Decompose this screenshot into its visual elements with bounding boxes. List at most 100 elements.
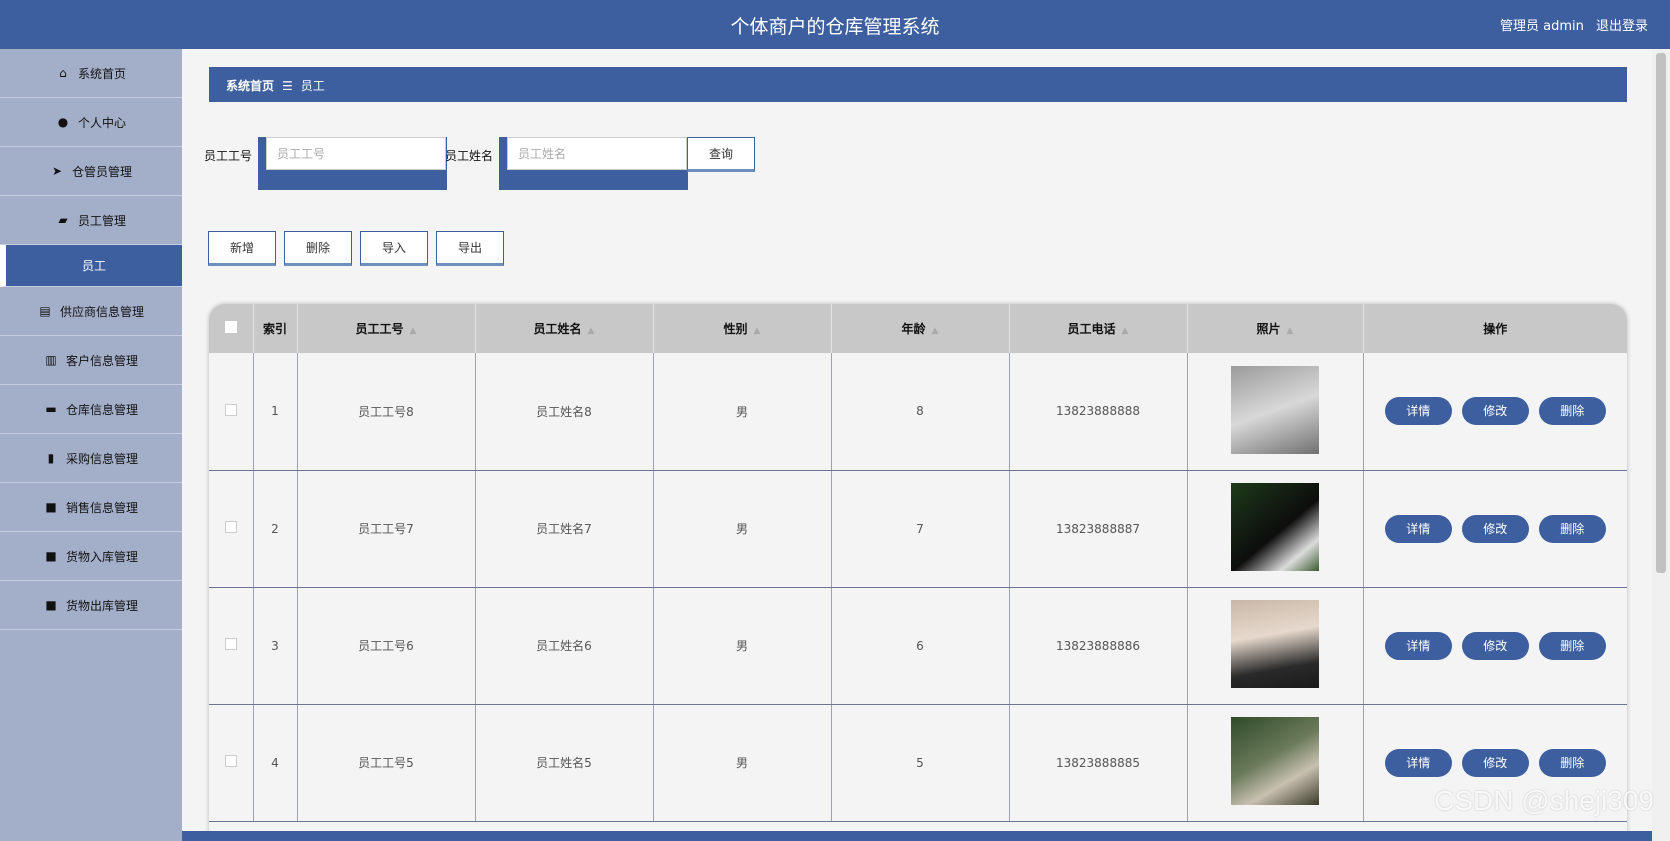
breadcrumb-separator-icon: ☰ [282,79,293,93]
row-delete-button[interactable]: 删除 [1538,631,1606,660]
row-delete-button[interactable]: 删除 [1538,748,1606,777]
sidebar-item-label: 采购信息管理 [65,451,138,466]
cell-emp-id: 员工工号5 [297,704,476,822]
sort-icon[interactable]: ▲ [754,326,761,336]
sort-icon[interactable]: ▲ [588,326,595,336]
sidebar-item-stock-out[interactable]: ■ 货物出库管理 [0,581,182,630]
row-delete-button[interactable]: 删除 [1538,397,1606,426]
sort-icon[interactable]: ▲ [1287,326,1294,336]
cell-gender: 男 [653,353,832,471]
sidebar-item-home[interactable]: ⌂ 系统首页 [0,49,182,98]
detail-button[interactable]: 详情 [1384,748,1452,777]
sidebar-item-warehouse[interactable]: ▬ 仓库信息管理 [0,385,182,434]
sidebar-item-label: 系统首页 [77,66,126,81]
employee-id-field-wrap [258,137,447,190]
edit-button[interactable]: 修改 [1461,397,1529,426]
main-content: 系统首页 ☰ 员工 员工工号 员工姓名 查询 新增 删除 导入 导出 索引 员工工号… [182,49,1652,841]
header-emp-id[interactable]: 员工工号 ▲ [297,304,476,353]
sidebar-item-stock-in[interactable]: ■ 货物入库管理 [0,532,182,581]
grid-icon: ■ [45,500,57,514]
sidebar-item-keeper[interactable]: ➤ 仓管员管理 [0,147,182,196]
cell-emp-id: 员工工号8 [297,353,476,471]
top-bar: 个体商户的仓库管理系统 管理员 admin 退出登录 [0,0,1670,49]
user-area: 管理员 admin 退出登录 [1492,15,1648,34]
sidebar-item-supplier[interactable]: ▤ 供应商信息管理 [0,287,182,336]
sidebar: ⌂ 系统首页 ● 个人中心 ➤ 仓管员管理 ▰ 员工管理 员工 ▤ 供应商信息管理 ▥ 客户… [0,49,182,841]
sidebar-item-employee-mgmt[interactable]: ▰ 员工管理 [0,196,182,245]
sidebar-item-purchase[interactable]: ▮ 采购信息管理 [0,434,182,483]
header-phone[interactable]: 员工电话 ▲ [1009,304,1188,353]
breadcrumb-home[interactable]: 系统首页 [226,79,274,93]
books-icon: ▥ [45,353,57,367]
edit-button[interactable]: 修改 [1461,631,1529,660]
sidebar-item-label: 员工 [81,259,106,273]
sidebar-item-label: 货物入库管理 [65,549,138,564]
employee-table: 索引 员工工号 ▲ 员工姓名 ▲ 性别 ▲ 年龄 ▲ 员工电话 ▲ 照片 ▲ 操作 1 员工… [209,304,1627,841]
employee-id-label: 员工工号 [204,149,253,163]
row-checkbox[interactable] [224,403,237,416]
header-gender[interactable]: 性别 ▲ [653,304,832,353]
sidebar-item-profile[interactable]: ● 个人中心 [0,98,182,147]
cell-emp-id: 员工工号6 [297,587,476,705]
sort-icon[interactable]: ▲ [1122,326,1129,336]
cell-phone: 13823888887 [1009,470,1188,588]
row-delete-button[interactable]: 删除 [1538,514,1606,543]
cell-phone: 13823888888 [1009,353,1188,471]
briefcase-icon: ▤ [39,304,51,318]
row-checkbox[interactable] [224,521,237,533]
header-name[interactable]: 员工姓名 ▲ [475,304,654,353]
cell-gender: 男 [653,470,832,588]
detail-button[interactable]: 详情 [1384,397,1452,426]
import-button[interactable]: 导入 [360,231,428,266]
header-photo[interactable]: 照片 ▲ [1187,304,1364,353]
page-scrollbar[interactable] [1652,49,1670,841]
bar-chart-icon: ▮ [47,451,55,465]
cell-index: 1 [253,353,298,471]
header-label: 年龄 [901,322,926,336]
cell-index: 3 [253,587,298,705]
sidebar-item-customer[interactable]: ▥ 客户信息管理 [0,336,182,385]
export-button[interactable]: 导出 [436,231,504,266]
detail-button[interactable]: 详情 [1384,514,1452,543]
query-button[interactable]: 查询 [687,137,755,172]
cell-name: 员工姓名5 [475,704,654,822]
edit-button[interactable]: 修改 [1461,514,1529,543]
cell-age: 6 [831,587,1010,705]
detail-button[interactable]: 详情 [1384,631,1452,660]
breadcrumb: 系统首页 ☰ 员工 [209,67,1627,102]
edit-button[interactable]: 修改 [1461,748,1529,777]
add-button[interactable]: 新增 [208,231,276,266]
employee-id-input[interactable] [266,137,446,170]
employee-name-input[interactable] [507,137,687,170]
sidebar-item-employee[interactable]: 员工 [0,245,182,287]
table-row: 4 员工工号5 员工姓名5 男 5 13823888885 详情 修改 删除 [209,704,1627,822]
header-age[interactable]: 年龄 ▲ [831,304,1010,353]
sort-icon[interactable]: ▲ [410,326,417,336]
cell-emp-id: 员工工号7 [297,470,476,588]
bottom-strip [182,831,1652,841]
row-checkbox[interactable] [224,638,237,650]
scrollbar-thumb[interactable] [1656,53,1666,573]
admin-user-label: 管理员 admin [1499,19,1584,34]
cell-name: 员工姓名7 [475,470,654,588]
sidebar-item-label: 员工管理 [77,213,126,228]
table-header-row: 索引 员工工号 ▲ 员工姓名 ▲ 性别 ▲ 年龄 ▲ 员工电话 ▲ 照片 ▲ 操作 [209,304,1627,353]
app-title: 个体商户的仓库管理系统 [730,16,940,38]
header-index: 索引 [253,304,298,353]
sidebar-item-label: 销售信息管理 [65,500,138,515]
select-all-checkbox[interactable] [224,321,237,333]
sidebar-item-label: 供应商信息管理 [59,304,144,319]
cell-phone: 13823888886 [1009,587,1188,705]
sidebar-item-label: 仓库信息管理 [65,402,138,417]
logout-link[interactable]: 退出登录 [1596,19,1648,34]
cell-age: 8 [831,353,1010,471]
cell-age: 5 [831,704,1010,822]
folder-icon: ▰ [58,213,68,227]
sidebar-item-sales[interactable]: ■ 销售信息管理 [0,483,182,532]
sort-icon[interactable]: ▲ [932,326,939,336]
delete-button[interactable]: 删除 [284,231,352,266]
header-label: 照片 [1256,322,1281,336]
row-checkbox[interactable] [224,755,237,767]
cell-index: 2 [253,470,298,588]
table-row: 3 员工工号6 员工姓名6 男 6 13823888886 详情 修改 删除 [209,587,1627,705]
